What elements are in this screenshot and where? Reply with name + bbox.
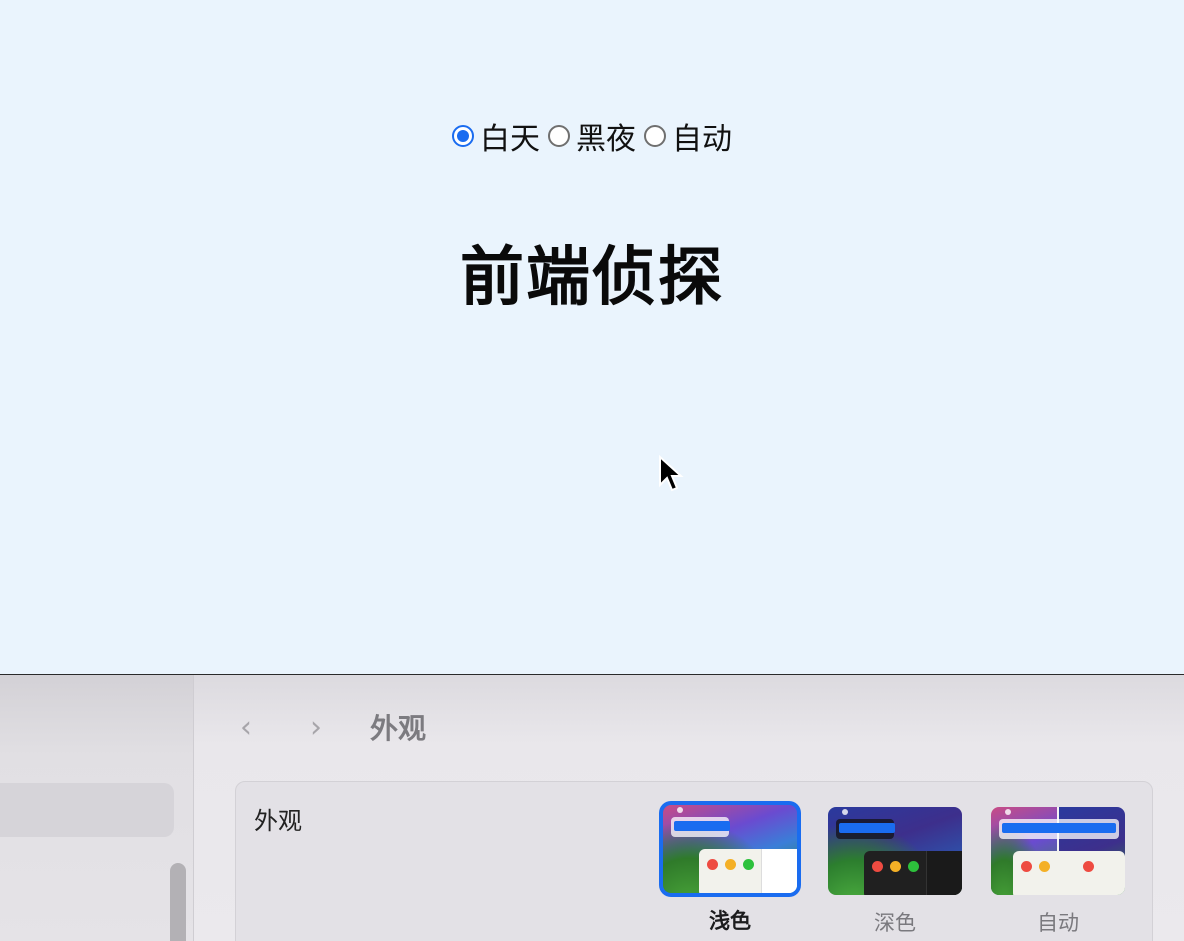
appearance-option-label: 浅色 (709, 909, 751, 933)
appearance-option-label: 自动 (1037, 911, 1079, 935)
window-title: 外观 (370, 712, 427, 745)
theme-option-label: 黑夜 (576, 122, 636, 157)
apple-logo-icon (1005, 809, 1011, 815)
preview-menu (836, 819, 895, 839)
theme-radio-group: 白天 黑夜 自动 (0, 114, 1184, 158)
preview-window (699, 849, 797, 893)
theme-option-label: 自动 (672, 122, 732, 157)
page-title: 前端侦探 (460, 241, 724, 315)
webpage-content: 白天 黑夜 自动 前端侦探 (0, 0, 1184, 674)
preview-menu (999, 819, 1119, 839)
apple-logo-icon (842, 809, 848, 815)
appearance-option-label: 深色 (874, 911, 916, 935)
theme-option-night[interactable]: 黑夜 (548, 114, 636, 158)
appearance-section-label: 外观 (254, 807, 302, 835)
theme-option-label: 白天 (480, 122, 540, 157)
appearance-thumb-frame (825, 804, 965, 898)
appearance-option-dark[interactable]: 深色 (820, 804, 970, 937)
appearance-thumb-frame (659, 801, 801, 897)
sidebar-selected-item[interactable] (0, 783, 174, 837)
appearance-option-auto[interactable]: 自动 (983, 804, 1133, 937)
preview-window (1013, 851, 1125, 895)
sidebar-scrollbar[interactable] (170, 863, 186, 941)
radio-night[interactable] (548, 125, 570, 147)
radio-day[interactable] (452, 125, 474, 147)
radio-auto[interactable] (644, 125, 666, 147)
appearance-thumb-frame (988, 804, 1128, 898)
system-settings-window: ‹ › 外观 外观 浅色 深色 自动 (0, 674, 1184, 941)
apple-logo-icon (677, 807, 683, 813)
theme-option-day[interactable]: 白天 (452, 114, 540, 158)
chevron-left-icon[interactable]: ‹ (240, 708, 252, 748)
chevron-right-icon[interactable]: › (310, 708, 322, 748)
theme-option-auto[interactable]: 自动 (644, 114, 732, 158)
auto-mode-preview (991, 807, 1125, 895)
preview-menu (671, 817, 730, 837)
light-mode-preview (663, 805, 797, 893)
settings-sidebar (0, 675, 194, 941)
dark-mode-preview (828, 807, 962, 895)
preview-window (864, 851, 962, 895)
appearance-option-light[interactable]: 浅色 (655, 801, 805, 935)
mouse-pointer-icon (659, 455, 684, 492)
